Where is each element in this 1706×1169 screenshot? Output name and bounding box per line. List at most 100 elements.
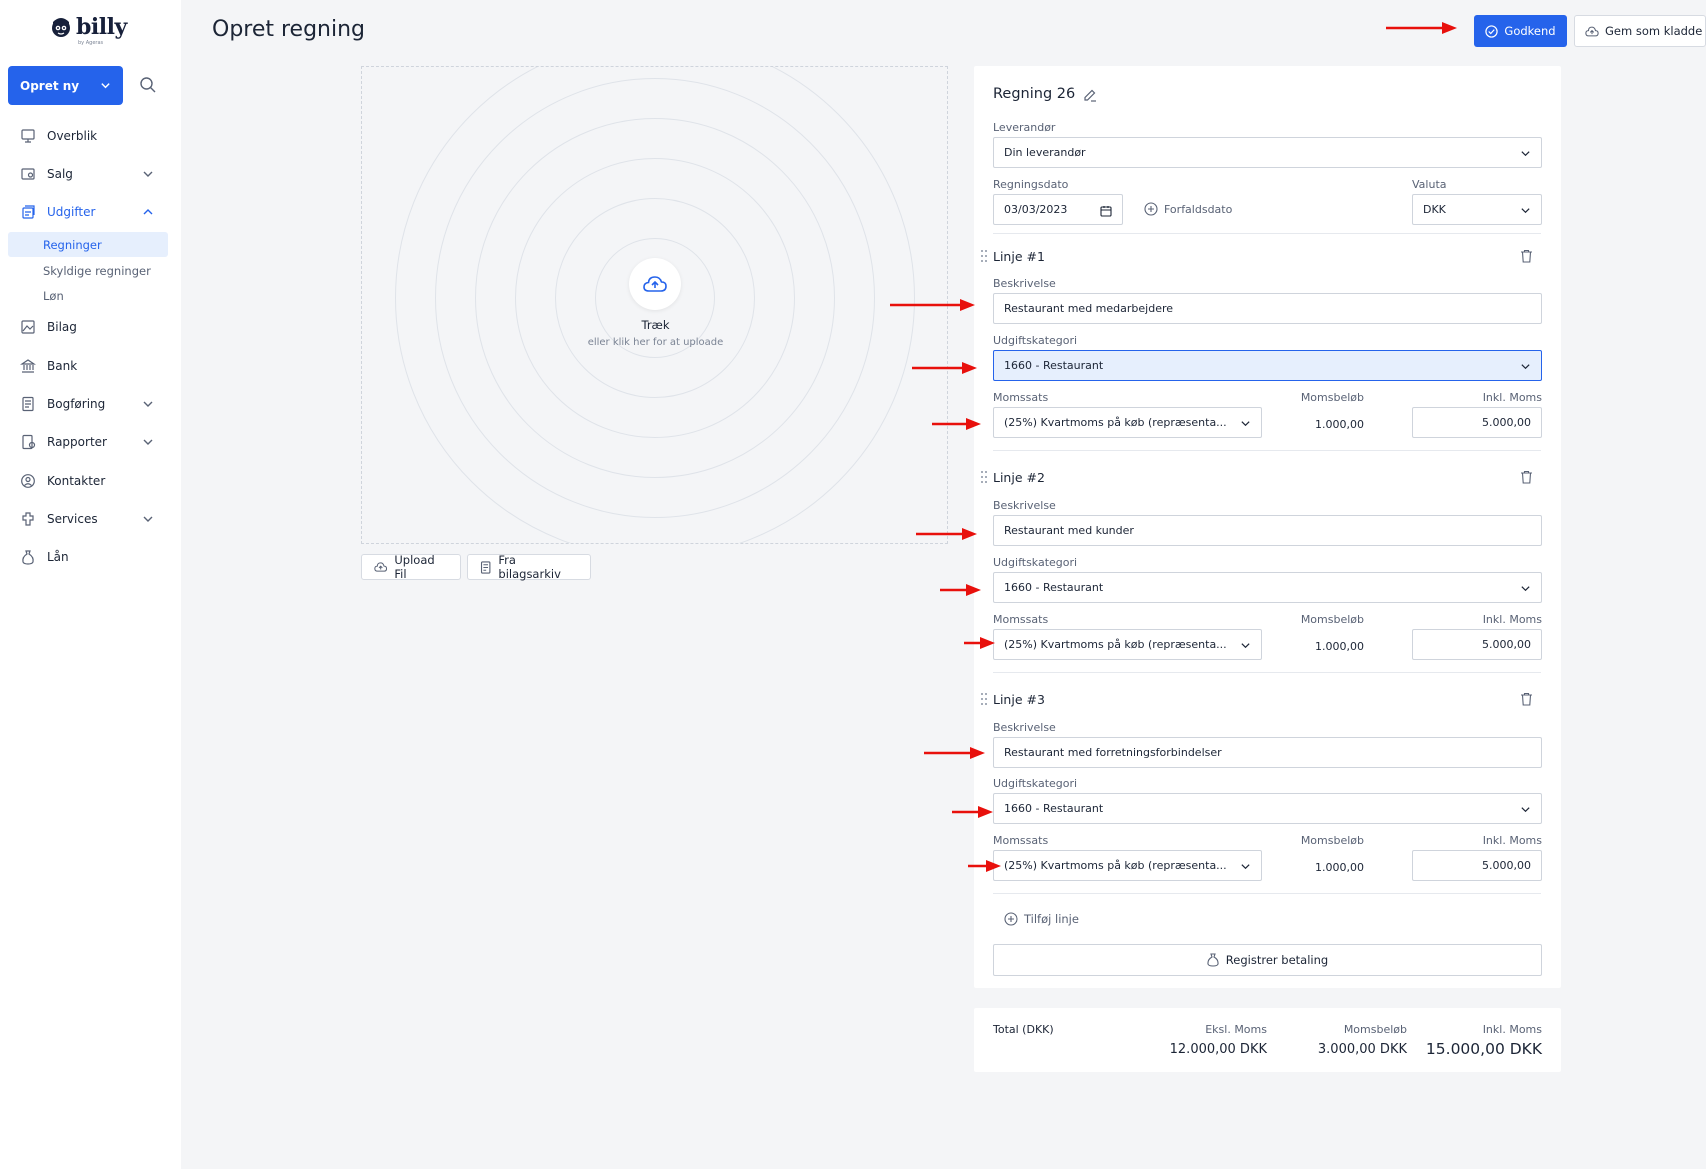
line-category-value: 1660 - Restaurant: [1004, 802, 1104, 815]
upload-file-button[interactable]: Upload Fil: [361, 553, 461, 581]
annotation-arrow: [952, 806, 993, 818]
line-incl-vat-value: 5.000,00: [1482, 638, 1531, 651]
reports-icon: [22, 434, 36, 450]
drag-handle-icon[interactable]: [980, 692, 988, 706]
sidebar-item-label: Services: [47, 512, 98, 526]
category-label: Udgiftskategori: [993, 556, 1078, 569]
sidebar-item-laan[interactable]: Lån: [8, 544, 168, 570]
line-vat-rate-select[interactable]: (25%) Kvartmoms på køb (repræsenta...: [993, 407, 1262, 438]
add-line-button[interactable]: Tilføj linje: [1004, 912, 1079, 926]
currency-select[interactable]: DKK: [1412, 194, 1542, 225]
cloud-upload-icon: [1585, 26, 1599, 36]
chevron-down-icon: [1241, 643, 1250, 649]
upload-icon-button[interactable]: [629, 258, 681, 310]
sidebar-item-kontakter[interactable]: Kontakter: [8, 468, 168, 494]
money-bag-icon: [1207, 953, 1219, 967]
trash-icon[interactable]: [1520, 470, 1533, 484]
line-category-select[interactable]: 1660 - Restaurant: [993, 350, 1542, 381]
line-vat-rate-select[interactable]: (25%) Kvartmoms på køb (repræsenta...: [993, 850, 1262, 881]
chevron-down-icon: [101, 83, 110, 89]
save-draft-button[interactable]: Gem som kladde: [1574, 15, 1706, 47]
line-description-input[interactable]: Restaurant med medarbejdere: [993, 293, 1542, 324]
expenses-icon: [22, 205, 35, 219]
page-title: Opret regning: [212, 17, 366, 42]
incl-vat-label: Inkl. Moms: [1482, 613, 1542, 626]
annotation-arrow: [964, 637, 995, 649]
annotation-arrow: [940, 584, 981, 596]
line-description-input[interactable]: Restaurant med kunder: [993, 515, 1542, 546]
chevron-down-icon: [143, 171, 153, 177]
billy-logo[interactable]: billy by Ageras: [50, 14, 127, 46]
sidebar-subitem-loen[interactable]: Løn: [8, 283, 168, 308]
drag-handle-icon[interactable]: [980, 470, 988, 484]
create-new-label: Opret ny: [20, 78, 80, 93]
attachments-icon: [21, 320, 35, 334]
annotation-arrow: [916, 528, 977, 540]
incl-vat-label: Inkl. Moms: [1482, 391, 1542, 404]
line-vat-rate-select[interactable]: (25%) Kvartmoms på køb (repræsenta...: [993, 629, 1262, 660]
cloud-upload-icon: [374, 562, 388, 572]
edit-icon[interactable]: [1083, 88, 1097, 102]
line-category-select[interactable]: 1660 - Restaurant: [993, 793, 1542, 824]
line-vat-amount: 1.000,00: [1315, 418, 1364, 431]
totals-card: Total (DKK) Eksl. Moms 12.000,00 DKK Mom…: [974, 1008, 1561, 1072]
trash-icon[interactable]: [1520, 249, 1533, 263]
contacts-icon: [21, 474, 35, 488]
register-payment-button[interactable]: Registrer betaling: [993, 944, 1542, 976]
loan-icon: [22, 550, 34, 565]
line-vat-amount: 1.000,00: [1315, 640, 1364, 653]
archive-label: Fra bilagsarkiv: [498, 553, 561, 581]
sidebar-item-services[interactable]: Services: [8, 506, 168, 532]
line-title: Linje #3: [993, 692, 1045, 707]
line-title: Linje #2: [993, 470, 1045, 485]
create-new-button[interactable]: Opret ny: [8, 66, 123, 105]
description-label: Beskrivelse: [993, 499, 1056, 512]
line-incl-vat-input[interactable]: 5.000,00: [1412, 850, 1542, 881]
sidebar-item-label: Bank: [47, 359, 78, 373]
sidebar-item-label: Rapporter: [47, 435, 107, 449]
annotation-arrow: [924, 747, 985, 759]
line-incl-vat-input[interactable]: 5.000,00: [1412, 407, 1542, 438]
divider: [993, 450, 1541, 451]
line-category-select[interactable]: 1660 - Restaurant: [993, 572, 1542, 603]
sidebar-item-label: Lån: [47, 550, 69, 564]
cloud-upload-icon: [643, 276, 667, 292]
sidebar-subitem-regninger[interactable]: Regninger: [8, 232, 168, 257]
sidebar-item-overblik[interactable]: Overblik: [8, 123, 168, 149]
sidebar-item-rapporter[interactable]: Rapporter: [8, 429, 168, 455]
bill-form-card: Regning 26 Leverandør Din leverandør Reg…: [974, 66, 1561, 988]
divider: [993, 233, 1541, 234]
sidebar-item-salg[interactable]: Salg: [8, 161, 168, 187]
annotation-arrow: [1386, 22, 1457, 34]
archive-button[interactable]: Fra bilagsarkiv: [467, 553, 591, 581]
calendar-icon[interactable]: [1100, 205, 1112, 217]
drag-subtitle: eller klik her for at uploade: [587, 337, 724, 348]
line-description-value: Restaurant med kunder: [1004, 524, 1134, 537]
line-incl-vat-value: 5.000,00: [1482, 859, 1531, 872]
sidebar-item-bilag[interactable]: Bilag: [8, 314, 168, 340]
supplier-select[interactable]: Din leverandør: [993, 137, 1542, 168]
line-description-input[interactable]: Restaurant med forretningsforbindelser: [993, 737, 1542, 768]
sidebar-item-bank[interactable]: Bank: [8, 353, 168, 379]
approve-button[interactable]: Godkend: [1474, 15, 1567, 47]
register-payment-label: Registrer betaling: [1225, 953, 1329, 967]
sidebar-item-bogfoering[interactable]: Bogføring: [8, 391, 168, 417]
plus-circle-icon: [1144, 202, 1158, 216]
upload-dropzone[interactable]: Træk eller klik her for at uploade: [361, 66, 948, 544]
due-date-button[interactable]: Forfaldsdato: [1144, 202, 1232, 216]
chevron-down-icon: [1521, 586, 1530, 592]
vat-rate-label: Momssats: [993, 613, 1049, 626]
services-icon: [22, 512, 34, 526]
sidebar-subitem-skyldige-regninger[interactable]: Skyldige regninger: [8, 258, 168, 283]
drag-handle-icon[interactable]: [980, 249, 988, 263]
bill-date-input[interactable]: 03/03/2023: [993, 194, 1123, 225]
sales-icon: [21, 168, 35, 180]
search-icon[interactable]: [139, 76, 157, 94]
sidebar-item-udgifter[interactable]: Udgifter: [8, 199, 168, 225]
line-incl-vat-input[interactable]: 5.000,00: [1412, 629, 1542, 660]
trash-icon[interactable]: [1520, 692, 1533, 706]
divider: [993, 672, 1541, 673]
sidebar-item-label: Kontakter: [47, 474, 106, 488]
total-incl-value: 15.000,00 DKK: [1425, 1040, 1542, 1058]
sidebar-item-label: Overblik: [47, 129, 98, 143]
